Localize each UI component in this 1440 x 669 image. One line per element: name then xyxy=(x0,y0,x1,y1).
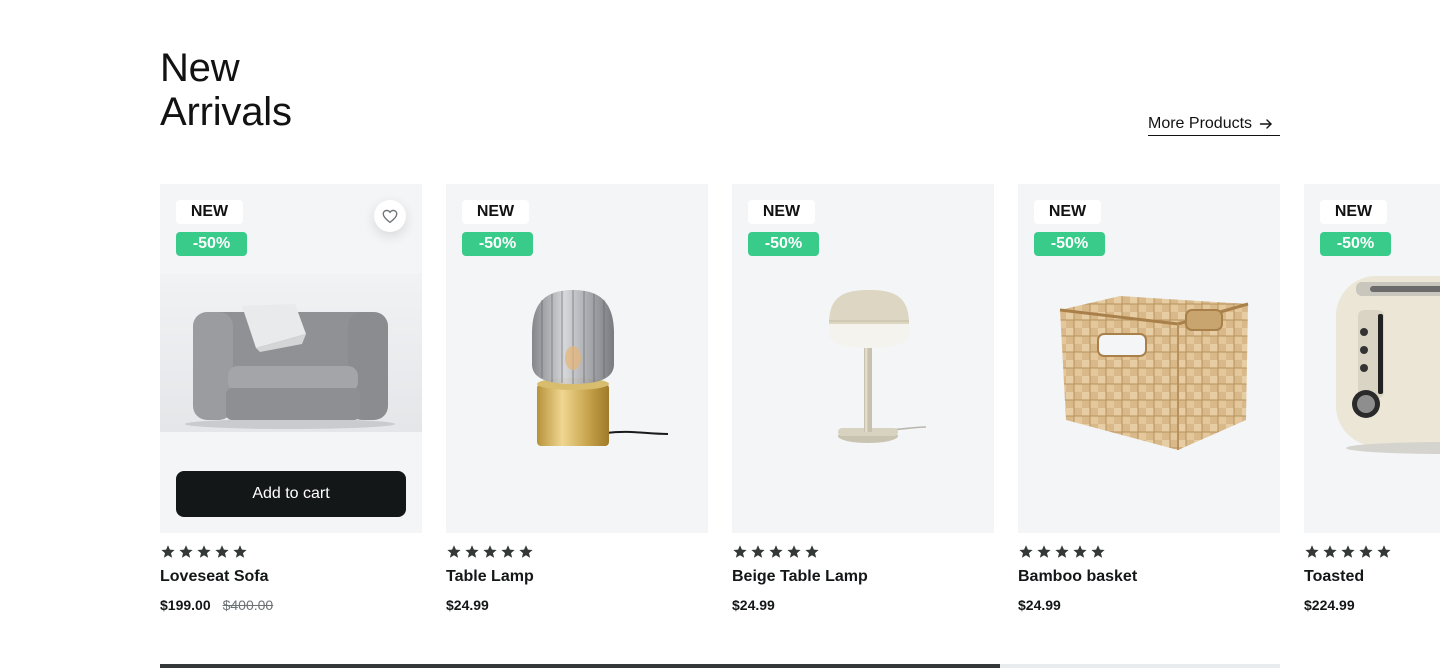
star-icon xyxy=(447,545,461,558)
product-price-row: $24.99 xyxy=(1018,597,1061,613)
star-icon xyxy=(197,545,211,558)
more-products-link[interactable]: More Products xyxy=(1148,112,1280,136)
star-icon xyxy=(1359,545,1373,558)
product-price-row: $24.99 xyxy=(446,597,489,613)
star-icon xyxy=(1305,545,1319,558)
star-icon xyxy=(1019,545,1033,558)
product-card[interactable]: NEW -50% Table Lamp $24.99 xyxy=(446,184,708,624)
star-icon xyxy=(1091,545,1105,558)
discount-badge: -50% xyxy=(1034,232,1105,256)
star-icon xyxy=(1341,545,1355,558)
product-old-price: $400.00 xyxy=(222,597,274,613)
star-icon xyxy=(519,545,533,558)
product-card[interactable]: NEW -50% Add to cart Loveseat Sofa $199.… xyxy=(160,184,422,624)
star-icon xyxy=(215,545,229,558)
product-card[interactable]: NEW -50% Toasted $224.99 xyxy=(1304,184,1440,624)
product-price: $24.99 xyxy=(1018,597,1061,613)
discount-badge: -50% xyxy=(462,232,533,256)
new-badge: NEW xyxy=(462,200,529,224)
star-icon xyxy=(1055,545,1069,558)
star-icon xyxy=(483,545,497,558)
product-price: $24.99 xyxy=(446,597,489,613)
scrollbar-thumb[interactable] xyxy=(160,664,1000,668)
star-icon xyxy=(751,545,765,558)
star-icon xyxy=(1073,545,1087,558)
product-price-row: $224.99 xyxy=(1304,597,1355,613)
product-price-row: $199.00 $400.00 xyxy=(160,597,273,613)
product-image-area[interactable]: NEW -50% xyxy=(732,184,994,533)
product-name[interactable]: Bamboo basket xyxy=(1018,568,1137,586)
add-to-cart-button[interactable]: Add to cart xyxy=(176,471,406,517)
wishlist-button[interactable] xyxy=(374,200,406,232)
new-badge: NEW xyxy=(1320,200,1387,224)
star-rating xyxy=(446,544,534,560)
star-icon xyxy=(769,545,783,558)
discount-badge: -50% xyxy=(176,232,247,256)
section-title-line2: Arrivals xyxy=(160,90,292,134)
product-name[interactable]: Toasted xyxy=(1304,568,1364,586)
star-icon xyxy=(1377,545,1391,558)
product-card[interactable]: NEW -50% Beige Table Lamp $24.99 xyxy=(732,184,994,624)
star-icon xyxy=(787,545,801,558)
product-carousel[interactable]: NEW -50% Add to cart Loveseat Sofa $199.… xyxy=(160,184,1440,624)
product-name[interactable]: Table Lamp xyxy=(446,568,534,586)
product-image-area[interactable]: NEW -50% Add to cart xyxy=(160,184,422,533)
star-icon xyxy=(465,545,479,558)
star-rating xyxy=(160,544,248,560)
arrow-right-icon xyxy=(1259,118,1272,129)
product-price: $24.99 xyxy=(732,597,775,613)
product-price: $199.00 xyxy=(160,597,211,613)
product-image-area[interactable]: NEW -50% xyxy=(446,184,708,533)
star-icon xyxy=(733,545,747,558)
product-name[interactable]: Loveseat Sofa xyxy=(160,568,268,586)
product-name[interactable]: Beige Table Lamp xyxy=(732,568,868,586)
star-icon xyxy=(1323,545,1337,558)
product-card[interactable]: NEW -50% Bamboo basket $24.99 xyxy=(1018,184,1280,624)
star-icon xyxy=(161,545,175,558)
discount-badge: -50% xyxy=(1320,232,1391,256)
star-icon xyxy=(179,545,193,558)
section-title: New Arrivals xyxy=(160,46,292,134)
star-rating xyxy=(1304,544,1392,560)
carousel-scrollbar[interactable] xyxy=(160,664,1280,668)
product-price: $224.99 xyxy=(1304,597,1355,613)
star-icon xyxy=(1037,545,1051,558)
product-price-row: $24.99 xyxy=(732,597,775,613)
section-title-line1: New xyxy=(160,46,240,90)
new-badge: NEW xyxy=(176,200,243,224)
new-badge: NEW xyxy=(748,200,815,224)
heart-icon xyxy=(382,209,398,224)
discount-badge: -50% xyxy=(748,232,819,256)
new-badge: NEW xyxy=(1034,200,1101,224)
more-products-label: More Products xyxy=(1148,114,1253,132)
product-image-area[interactable]: NEW -50% xyxy=(1018,184,1280,533)
star-icon xyxy=(233,545,247,558)
product-image-area[interactable]: NEW -50% xyxy=(1304,184,1440,533)
star-rating xyxy=(732,544,820,560)
star-icon xyxy=(501,545,515,558)
star-icon xyxy=(805,545,819,558)
star-rating xyxy=(1018,544,1106,560)
